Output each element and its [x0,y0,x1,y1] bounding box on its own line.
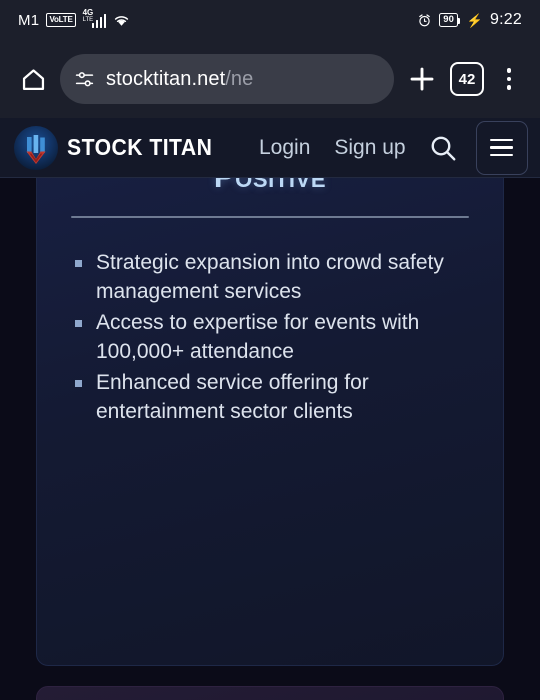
volte-badge: VoLTE [46,13,76,27]
clock-label: 9:22 [490,11,522,28]
negative-card: Negative None. [36,686,504,700]
battery-icon: 90 [439,12,460,28]
new-tab-button[interactable] [404,61,440,97]
signal-bars-icon: 4G LTE [82,8,107,28]
stock-titan-logo-icon[interactable] [14,125,58,170]
alarm-icon [417,13,432,28]
tune-icon[interactable] [74,69,95,90]
positive-bullet-list: Strategic expansion into crowd safety ma… [71,248,469,426]
page-content: Positive Strategic expansion into crowd … [0,178,540,700]
charging-bolt-icon: ⚡ [466,12,484,28]
url-host: stocktitan.net [106,67,226,90]
url-path: /ne [225,67,254,90]
site-header: STOCK TITAN Login Sign up [0,118,540,178]
network-sub-label: LTE [82,17,94,23]
list-item: Enhanced service offering for entertainm… [71,368,469,426]
brand-title[interactable]: STOCK TITAN [67,134,212,161]
carrier-label: M1 [18,11,40,29]
hamburger-icon[interactable] [475,120,528,175]
signup-link[interactable]: Sign up [334,136,405,160]
list-item: Strategic expansion into crowd safety ma… [71,248,469,306]
url-text: stocktitan.net/ne [106,68,253,91]
wifi-icon [113,13,130,27]
home-icon[interactable] [16,62,50,96]
android-status-bar: M1 VoLTE 4G LTE 90 ⚡ 9:22 [0,0,540,40]
list-item: Access to expertise for events with 100,… [71,308,469,366]
login-link[interactable]: Login [259,136,310,160]
status-bar-left: M1 VoLTE 4G LTE [18,8,130,29]
positive-section-title: Positive [71,178,469,192]
tab-switcher-button[interactable]: 42 [450,62,484,96]
signal-strength-bars [91,14,107,28]
network-type-label: 4G [82,8,94,17]
overflow-menu-icon[interactable] [494,62,524,96]
search-icon[interactable] [428,133,458,163]
status-bar-right: 90 ⚡ 9:22 [417,11,522,29]
browser-toolbar: stocktitan.net/ne 42 [0,40,540,118]
url-bar[interactable]: stocktitan.net/ne [60,54,394,104]
positive-divider [71,216,469,218]
positive-card: Positive Strategic expansion into crowd … [36,178,504,666]
